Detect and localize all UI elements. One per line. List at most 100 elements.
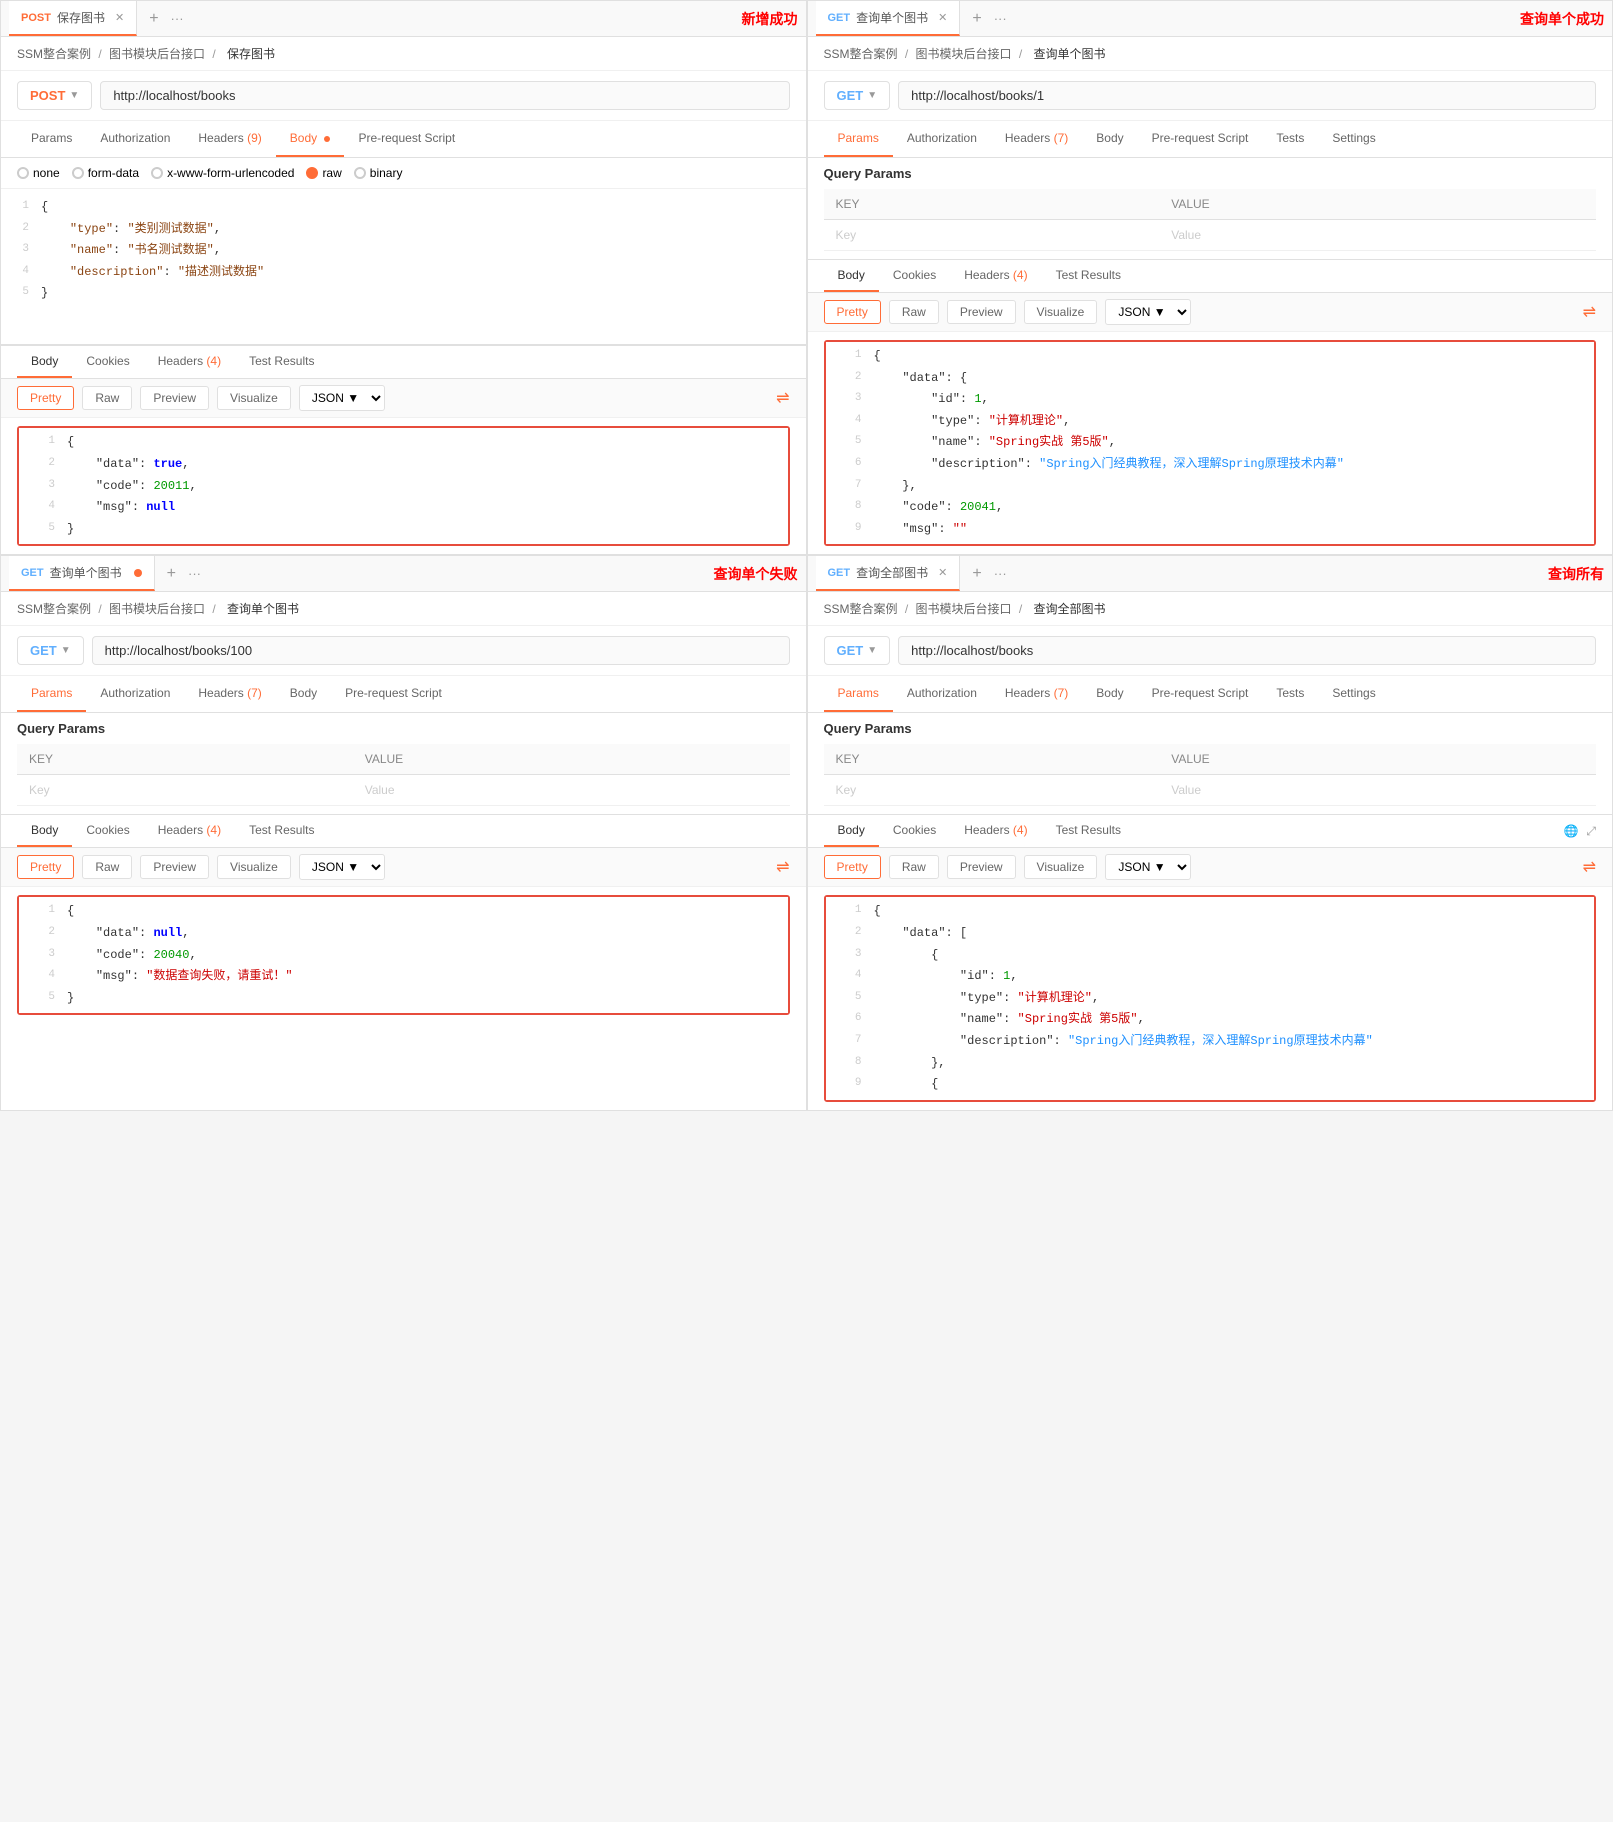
tab-post-save[interactable]: POST 保存图书 ✕: [9, 1, 137, 36]
tab-close-icon[interactable]: ✕: [938, 11, 947, 24]
add-tab-icon[interactable]: +: [159, 565, 184, 583]
tab-headers[interactable]: Headers (9): [184, 121, 275, 157]
view-preview[interactable]: Preview: [947, 300, 1016, 324]
wrap-icon[interactable]: ⇌: [776, 388, 789, 408]
tab-body[interactable]: Body: [276, 121, 345, 157]
view-visualize[interactable]: Visualize: [217, 386, 291, 410]
radio-urlencoded[interactable]: x-www-form-urlencoded: [151, 166, 294, 180]
more-tabs-icon[interactable]: ···: [188, 566, 201, 581]
resp-tab-body[interactable]: Body: [824, 815, 879, 847]
view-visualize[interactable]: Visualize: [1024, 300, 1098, 324]
view-raw[interactable]: Raw: [82, 855, 132, 879]
tab-body[interactable]: Body: [276, 676, 331, 712]
tab-body[interactable]: Body: [1082, 676, 1137, 712]
add-tab-icon[interactable]: +: [964, 565, 989, 583]
radio-raw[interactable]: raw: [306, 166, 341, 180]
view-pretty[interactable]: Pretty: [17, 855, 74, 879]
col-key: KEY: [824, 189, 1160, 220]
tab-params[interactable]: Params: [824, 676, 893, 712]
value-cell[interactable]: Value: [1159, 220, 1596, 251]
tab-headers[interactable]: Headers (7): [991, 121, 1082, 157]
radio-none[interactable]: none: [17, 166, 60, 180]
format-select[interactable]: JSON ▼: [299, 854, 385, 880]
view-raw[interactable]: Raw: [889, 300, 939, 324]
tab-authorization[interactable]: Authorization: [893, 121, 991, 157]
resp-tab-cookies[interactable]: Cookies: [879, 260, 950, 292]
view-pretty[interactable]: Pretty: [824, 300, 881, 324]
tab-close-icon[interactable]: ✕: [938, 566, 947, 579]
resp-tab-test-results[interactable]: Test Results: [235, 815, 328, 847]
resp-tab-test-results[interactable]: Test Results: [1042, 260, 1135, 292]
resp-tab-body[interactable]: Body: [17, 346, 72, 378]
wrap-icon[interactable]: ⇌: [776, 857, 789, 877]
tab-tests[interactable]: Tests: [1262, 121, 1318, 157]
resp-tab-cookies[interactable]: Cookies: [72, 346, 143, 378]
tab-pre-request[interactable]: Pre-request Script: [344, 121, 469, 157]
url-input[interactable]: [100, 81, 789, 110]
tab-tests[interactable]: Tests: [1262, 676, 1318, 712]
view-pretty[interactable]: Pretty: [824, 855, 881, 879]
key-cell[interactable]: Key: [824, 775, 1160, 806]
url-input[interactable]: [92, 636, 790, 665]
resp-tab-headers[interactable]: Headers (4): [144, 346, 235, 378]
method-select[interactable]: GET ▼: [824, 81, 891, 110]
more-tabs-icon[interactable]: ···: [171, 11, 184, 26]
tab-settings[interactable]: Settings: [1318, 121, 1389, 157]
tab-headers[interactable]: Headers (7): [184, 676, 275, 712]
resp-tab-body[interactable]: Body: [824, 260, 879, 292]
tab-authorization[interactable]: Authorization: [893, 676, 991, 712]
view-preview[interactable]: Preview: [140, 386, 209, 410]
add-tab-icon[interactable]: +: [964, 10, 989, 28]
tab-settings[interactable]: Settings: [1318, 676, 1389, 712]
tab-get-single-fail[interactable]: GET 查询单个图书: [9, 556, 155, 591]
value-cell[interactable]: Value: [1159, 775, 1596, 806]
format-select[interactable]: JSON ▼: [299, 385, 385, 411]
tab-authorization[interactable]: Authorization: [86, 676, 184, 712]
radio-binary[interactable]: binary: [354, 166, 403, 180]
view-visualize[interactable]: Visualize: [1024, 855, 1098, 879]
key-cell[interactable]: Key: [824, 220, 1160, 251]
resp-tab-headers[interactable]: Headers (4): [144, 815, 235, 847]
key-cell[interactable]: Key: [17, 775, 353, 806]
tab-pre-request[interactable]: Pre-request Script: [1138, 121, 1263, 157]
more-tabs-icon[interactable]: ···: [994, 566, 1007, 581]
resp-tab-headers[interactable]: Headers (4): [950, 260, 1041, 292]
resp-tab-test-results[interactable]: Test Results: [235, 346, 328, 378]
tab-authorization[interactable]: Authorization: [86, 121, 184, 157]
url-input[interactable]: [898, 636, 1596, 665]
tab-pre-request[interactable]: Pre-request Script: [331, 676, 456, 712]
tab-headers[interactable]: Headers (7): [991, 676, 1082, 712]
resp-tab-cookies[interactable]: Cookies: [879, 815, 950, 847]
more-tabs-icon[interactable]: ···: [994, 11, 1007, 26]
view-visualize[interactable]: Visualize: [217, 855, 291, 879]
value-cell[interactable]: Value: [353, 775, 790, 806]
view-raw[interactable]: Raw: [82, 386, 132, 410]
resp-tab-test-results[interactable]: Test Results: [1042, 815, 1135, 847]
add-tab-icon[interactable]: +: [141, 10, 166, 28]
url-input[interactable]: [898, 81, 1596, 110]
tab-get-all[interactable]: GET 查询全部图书 ✕: [816, 556, 961, 591]
format-select[interactable]: JSON ▼: [1105, 854, 1191, 880]
view-raw[interactable]: Raw: [889, 855, 939, 879]
tab-get-single[interactable]: GET 查询单个图书 ✕: [816, 1, 961, 36]
method-select[interactable]: GET ▼: [17, 636, 84, 665]
resp-tab-cookies[interactable]: Cookies: [72, 815, 143, 847]
method-select[interactable]: GET ▼: [824, 636, 891, 665]
tab-params[interactable]: Params: [17, 121, 86, 157]
resp-tab-headers[interactable]: Headers (4): [950, 815, 1041, 847]
tab-params[interactable]: Params: [17, 676, 86, 712]
radio-form-data[interactable]: form-data: [72, 166, 139, 180]
wrap-icon[interactable]: ⇌: [1583, 857, 1596, 877]
view-preview[interactable]: Preview: [140, 855, 209, 879]
method-select[interactable]: POST ▼: [17, 81, 92, 110]
resp-tab-body[interactable]: Body: [17, 815, 72, 847]
wrap-icon[interactable]: ⇌: [1583, 302, 1596, 322]
tab-body[interactable]: Body: [1082, 121, 1137, 157]
tab-close-icon[interactable]: ✕: [115, 11, 124, 24]
format-select[interactable]: JSON ▼: [1105, 299, 1191, 325]
tab-pre-request[interactable]: Pre-request Script: [1138, 676, 1263, 712]
view-pretty[interactable]: Pretty: [17, 386, 74, 410]
expand-icon[interactable]: ⤢: [1586, 824, 1596, 839]
view-preview[interactable]: Preview: [947, 855, 1016, 879]
tab-params[interactable]: Params: [824, 121, 893, 157]
